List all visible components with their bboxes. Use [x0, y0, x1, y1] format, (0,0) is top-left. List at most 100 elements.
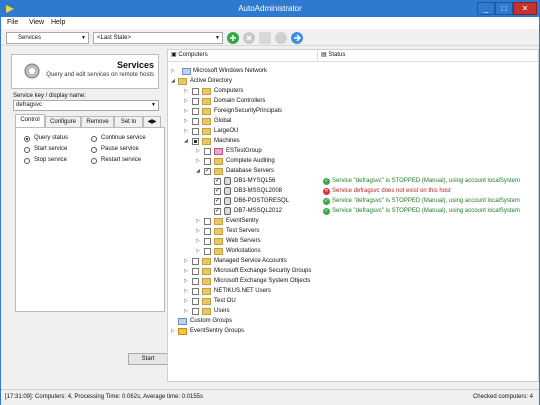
- refresh-icon[interactable]: [275, 32, 287, 44]
- checkbox[interactable]: [192, 98, 199, 105]
- module-select[interactable]: Services ▼: [6, 32, 89, 44]
- checkbox[interactable]: ✓: [214, 178, 221, 185]
- checkbox[interactable]: [204, 158, 211, 165]
- forward-icon[interactable]: [291, 32, 303, 44]
- radio-pause-service[interactable]: [91, 147, 97, 153]
- expand-icon[interactable]: ▷: [196, 226, 200, 236]
- checkbox[interactable]: ✓: [204, 168, 211, 175]
- tree-row[interactable]: ▷ Test Servers: [168, 226, 538, 236]
- tree-row[interactable]: ▷ ESTestGroup: [168, 146, 538, 156]
- tree-row[interactable]: ▷ Managed Service Accounts: [168, 256, 538, 266]
- radio-stop-service[interactable]: [24, 158, 30, 164]
- status-column-header[interactable]: ▤ Status: [318, 50, 538, 62]
- checkbox[interactable]: ✓: [214, 198, 221, 205]
- tree-row[interactable]: ◢ ✓ Database Servers: [168, 166, 538, 176]
- expand-icon[interactable]: ▷: [184, 306, 188, 316]
- tree-row[interactable]: ▷ Test OU: [168, 296, 538, 306]
- radio-start-service[interactable]: [24, 147, 30, 153]
- checkbox[interactable]: [204, 248, 211, 255]
- expand-icon[interactable]: ▷: [184, 106, 188, 116]
- checkbox[interactable]: [204, 228, 211, 235]
- start-button[interactable]: Start: [128, 353, 168, 365]
- tree-row[interactable]: ◢ Active Directory: [168, 76, 538, 86]
- tree-row[interactable]: ▷ Microsoft Exchange System Objects: [168, 276, 538, 286]
- checkbox[interactable]: [192, 88, 199, 95]
- checkbox[interactable]: [204, 218, 211, 225]
- checkbox[interactable]: [192, 118, 199, 125]
- expand-icon[interactable]: ▷: [184, 286, 188, 296]
- expand-icon[interactable]: ▷: [196, 156, 200, 166]
- checkbox[interactable]: [192, 128, 199, 135]
- tree-row[interactable]: ▷ Microsoft Exchange Security Groups: [168, 266, 538, 276]
- expand-icon[interactable]: ▷: [184, 126, 188, 136]
- expand-icon[interactable]: ▷: [171, 66, 175, 76]
- tab-scroll-arrows[interactable]: ◀▶: [143, 116, 161, 127]
- tree-row[interactable]: Custom Groups: [168, 316, 538, 326]
- radio-query-status[interactable]: [24, 136, 30, 142]
- tab-remove[interactable]: Remove: [81, 116, 114, 127]
- collapse-icon[interactable]: ◢: [196, 166, 200, 176]
- checkbox[interactable]: [192, 108, 199, 115]
- tree-row[interactable]: ▷ Complete Auditing: [168, 156, 538, 166]
- checkbox[interactable]: [192, 138, 199, 145]
- tree-row[interactable]: ▷ Users: [168, 306, 538, 316]
- expand-icon[interactable]: ▷: [196, 236, 200, 246]
- tree-row[interactable]: ▷ EventSentry: [168, 216, 538, 226]
- checkbox[interactable]: [192, 268, 199, 275]
- tab-configure[interactable]: Configure: [45, 116, 81, 127]
- expand-icon[interactable]: ▷: [196, 246, 200, 256]
- checkbox[interactable]: [192, 298, 199, 305]
- checkbox[interactable]: [204, 238, 211, 245]
- collapse-icon[interactable]: ◢: [184, 136, 188, 146]
- tree-row[interactable]: ✓ DB3-MSSQL2008 ✕ Service defragsvc does no…: [168, 186, 538, 196]
- expand-icon[interactable]: ▷: [184, 86, 188, 96]
- expand-icon[interactable]: ▷: [184, 296, 188, 306]
- tree-row[interactable]: ▷ Domain Controllers: [168, 96, 538, 106]
- tree-row[interactable]: ▷ Workstations: [168, 246, 538, 256]
- tree-row[interactable]: ✓ DB1-MYSQL56 ✓ Service "defragsvc" is STOP…: [168, 176, 538, 186]
- menu-view[interactable]: View: [29, 19, 44, 26]
- tree-row[interactable]: ✓ DB7-MSSQL2012 ✓ Service "defragsvc" is ST…: [168, 206, 538, 216]
- close-button[interactable]: ✕: [513, 2, 537, 15]
- radio-continue-service[interactable]: [91, 136, 97, 142]
- tab-set-logon[interactable]: Set lo: [114, 116, 143, 127]
- tree-row[interactable]: ▷ NETIKUS.NET Users: [168, 286, 538, 296]
- tree-row[interactable]: ▷ Microsoft Windows Network: [168, 66, 538, 76]
- expand-icon[interactable]: ▷: [184, 96, 188, 106]
- tree-row[interactable]: ▷ ForeignSecurityPrincipals: [168, 106, 538, 116]
- minimize-button[interactable]: _: [477, 2, 495, 15]
- expand-icon[interactable]: ▷: [196, 146, 200, 156]
- maximize-button[interactable]: □: [495, 2, 513, 15]
- tree-row[interactable]: ▷ Web Servers: [168, 236, 538, 246]
- checkbox[interactable]: [192, 278, 199, 285]
- expand-icon[interactable]: ▷: [196, 216, 200, 226]
- expand-icon[interactable]: ▷: [184, 266, 188, 276]
- state-select[interactable]: <Last State> ▼: [93, 32, 223, 44]
- expand-icon[interactable]: ▷: [184, 116, 188, 126]
- expand-icon[interactable]: ▷: [171, 326, 175, 336]
- checkbox[interactable]: [192, 288, 199, 295]
- tree-row[interactable]: ▷ EventSentry Groups: [168, 326, 538, 336]
- checkbox[interactable]: [204, 148, 211, 155]
- computers-column-header[interactable]: ▣ Computers: [168, 50, 318, 62]
- network-icon[interactable]: [259, 32, 271, 44]
- tree-row[interactable]: ◢ Machines: [168, 136, 538, 146]
- checkbox[interactable]: [192, 308, 199, 315]
- service-key-input[interactable]: defragsvc ▼: [13, 100, 159, 111]
- expand-icon[interactable]: ▷: [184, 276, 188, 286]
- menu-help[interactable]: Help: [51, 19, 65, 26]
- tab-control[interactable]: Control: [15, 114, 45, 128]
- collapse-icon[interactable]: ◢: [171, 76, 175, 86]
- tree-row[interactable]: ✓ DB6-POSTGRESQL ✓ Service "defragsvc" is S…: [168, 196, 538, 206]
- checkbox[interactable]: [192, 258, 199, 265]
- radio-restart-service[interactable]: [91, 158, 97, 164]
- checkbox[interactable]: ✓: [214, 188, 221, 195]
- checkbox[interactable]: ✓: [214, 208, 221, 215]
- tree-row[interactable]: ▷ Computers: [168, 86, 538, 96]
- remove-icon[interactable]: [243, 32, 255, 44]
- expand-icon[interactable]: ▷: [184, 256, 188, 266]
- tree-row[interactable]: ▷ LargeOU: [168, 126, 538, 136]
- menu-file[interactable]: File: [7, 19, 18, 26]
- add-icon[interactable]: [227, 32, 239, 44]
- tree-row[interactable]: ▷ Global: [168, 116, 538, 126]
